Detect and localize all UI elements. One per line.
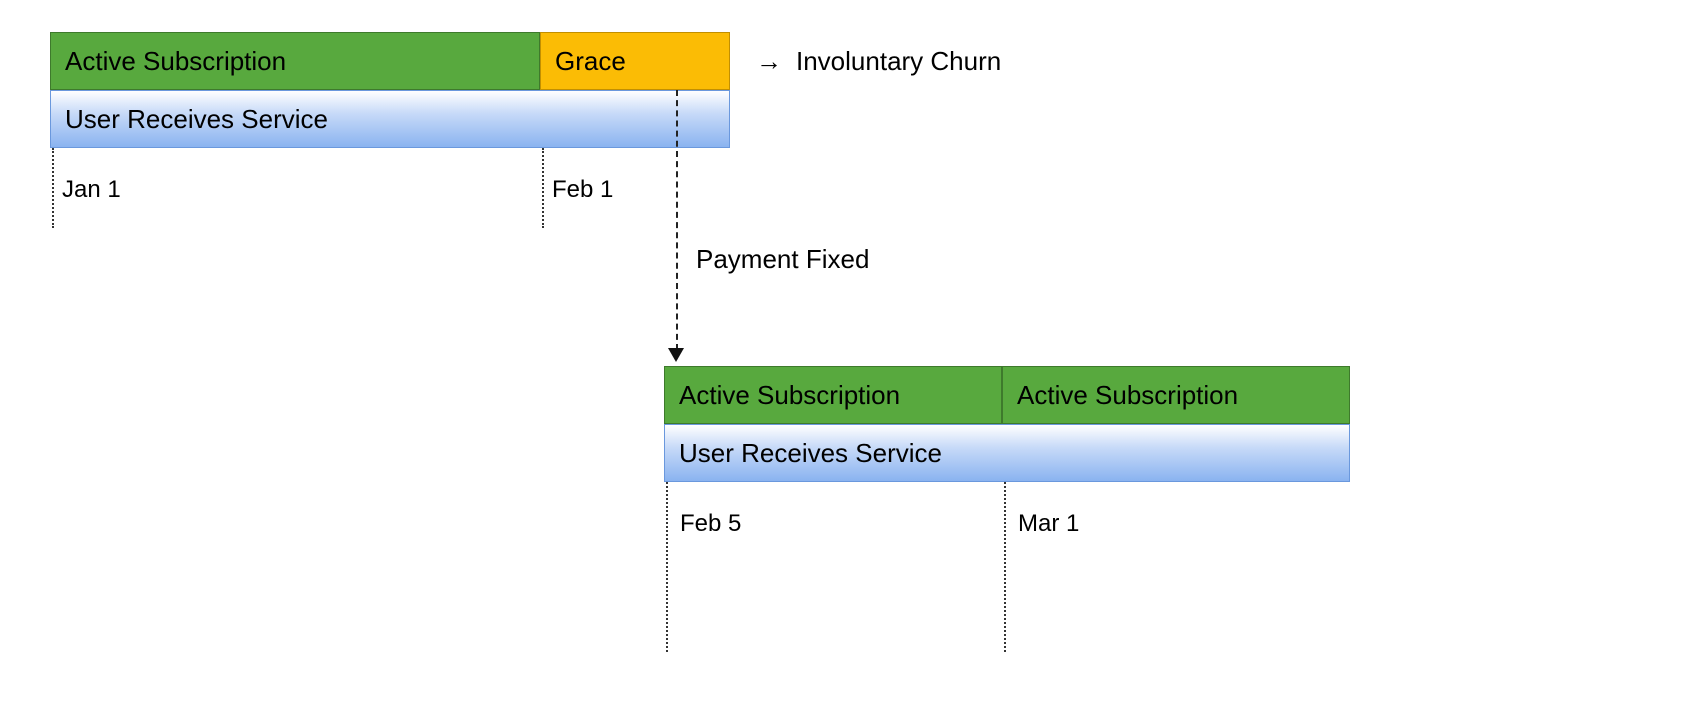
bottom-service-bar: User Receives Service bbox=[664, 424, 1350, 482]
top-guide-feb1 bbox=[542, 148, 544, 228]
top-guide-jan1 bbox=[52, 148, 54, 228]
bottom-guide-feb5 bbox=[666, 482, 668, 652]
bottom-date-mar1: Mar 1 bbox=[1018, 510, 1079, 538]
bottom-guide-mar1 bbox=[1004, 482, 1006, 652]
top-service-label: User Receives Service bbox=[65, 104, 328, 135]
payment-fixed-label: Payment Fixed bbox=[696, 244, 869, 275]
top-service-bar: User Receives Service bbox=[50, 90, 730, 148]
involuntary-churn-label: Involuntary Churn bbox=[796, 46, 1001, 77]
top-grace-bar: Grace bbox=[540, 32, 730, 90]
payment-fixed-connector bbox=[676, 90, 678, 350]
bottom-date-feb5: Feb 5 bbox=[680, 510, 741, 538]
top-active-subscription-label: Active Subscription bbox=[65, 46, 286, 77]
bottom-active2-bar: Active Subscription bbox=[1002, 366, 1350, 424]
bottom-service-label: User Receives Service bbox=[679, 438, 942, 469]
bottom-active1-bar: Active Subscription bbox=[664, 366, 1002, 424]
diagram-stage: Active Subscription Grace User Receives … bbox=[0, 0, 1696, 704]
bottom-active2-label: Active Subscription bbox=[1017, 380, 1238, 411]
top-date-jan1: Jan 1 bbox=[62, 176, 121, 204]
top-active-subscription-bar: Active Subscription bbox=[50, 32, 540, 90]
top-date-feb1: Feb 1 bbox=[552, 176, 613, 204]
bottom-active1-label: Active Subscription bbox=[679, 380, 900, 411]
arrow-down-icon bbox=[668, 348, 684, 362]
top-grace-label: Grace bbox=[555, 46, 626, 77]
arrow-right-icon: → bbox=[756, 46, 782, 77]
